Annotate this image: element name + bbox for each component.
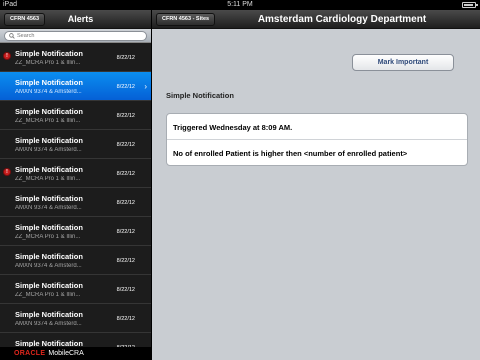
alert-list-item[interactable]: Simple Notification ZZ_MCRA Pro 1 & Illin… bbox=[0, 275, 151, 304]
alert-detail-pane: CFRN 4563 - Sites Amsterdam Cardiology D… bbox=[152, 10, 480, 360]
alert-subtitle: AMXN 9374 & Amsterd... bbox=[15, 263, 82, 269]
product-name: MobileCRA bbox=[48, 350, 84, 357]
alert-subtitle: ZZ_MCRA Pro 1 & Illin... bbox=[15, 176, 81, 182]
alert-date: 8/22/12 bbox=[116, 84, 135, 90]
alerts-title: Alerts bbox=[67, 14, 94, 24]
alert-title: Simple Notification bbox=[15, 223, 83, 232]
back-button[interactable]: CFRN 4563 bbox=[4, 13, 46, 26]
alert-date: 8/22/12 bbox=[116, 316, 135, 322]
alert-title: Simple Notification bbox=[15, 252, 83, 261]
status-time: 5:11 PM bbox=[227, 1, 253, 8]
detail-title: Amsterdam Cardiology Department bbox=[257, 14, 427, 25]
alert-list-item[interactable]: Simple Notification ZZ_MCRA Pro 1 & Illin… bbox=[0, 217, 151, 246]
section-title: Simple Notification bbox=[166, 91, 234, 100]
alert-date: 8/22/12 bbox=[116, 200, 135, 206]
alert-title: Simple Notification bbox=[15, 107, 83, 116]
unread-badge-icon: ! bbox=[3, 168, 11, 176]
search-icon bbox=[9, 33, 15, 39]
alert-subtitle: ZZ_MCRA Pro 1 & Illin... bbox=[15, 60, 81, 66]
alert-date: 8/22/12 bbox=[116, 142, 135, 148]
alert-title: Simple Notification bbox=[15, 165, 83, 174]
alert-list: ! Simple Notification ZZ_MCRA Pro 1 & Illi… bbox=[0, 43, 151, 360]
sites-back-button[interactable]: CFRN 4563 - Sites bbox=[156, 13, 216, 26]
alert-subtitle: ZZ_MCRA Pro 1 & Illin... bbox=[15, 292, 81, 298]
mark-important-button[interactable]: Mark Important bbox=[352, 54, 454, 71]
alert-date: 8/22/12 bbox=[116, 113, 135, 119]
chevron-right-icon: › bbox=[144, 82, 147, 91]
alerts-master-pane: CFRN 4563 Alerts ! Simple Notification ZZ_… bbox=[0, 10, 151, 360]
search-bar bbox=[0, 29, 151, 43]
alert-date: 8/22/12 bbox=[116, 171, 135, 177]
search-field[interactable] bbox=[4, 31, 147, 41]
search-input[interactable] bbox=[17, 32, 137, 40]
alert-list-item[interactable]: Simple Notification AMXN 9374 & Amsterd..… bbox=[0, 304, 151, 333]
alert-subtitle: AMXN 9374 & Amsterd... bbox=[15, 205, 82, 211]
notification-details: Triggered Wednesday at 8:09 AM. No of en… bbox=[166, 113, 468, 166]
detail-nav-bar: CFRN 4563 - Sites Amsterdam Cardiology D… bbox=[152, 10, 480, 29]
alert-list-item[interactable]: ! Simple Notification ZZ_MCRA Pro 1 & Illi… bbox=[0, 159, 151, 188]
oracle-logo: ORACLE bbox=[14, 350, 46, 357]
alert-list-item[interactable]: Simple Notification AMXN 9374 & Amsterd..… bbox=[0, 72, 151, 101]
alert-title: Simple Notification bbox=[15, 194, 83, 203]
alert-title: Simple Notification bbox=[15, 281, 83, 290]
alerts-nav-bar: CFRN 4563 Alerts bbox=[0, 10, 151, 29]
alert-title: Simple Notification bbox=[15, 310, 83, 319]
alert-subtitle: ZZ_MCRA Pro 1 & Illin... bbox=[15, 234, 81, 240]
unread-badge-icon: ! bbox=[3, 52, 11, 60]
alert-subtitle: ZZ_MCRA Pro 1 & Illin... bbox=[15, 118, 81, 124]
alert-subtitle: AMXN 9374 & Amsterd... bbox=[15, 321, 82, 327]
alert-subtitle: AMXN 9374 & Amsterd... bbox=[15, 89, 82, 95]
alert-list-item[interactable]: Simple Notification ZZ_MCRA Pro 1 & Illin… bbox=[0, 101, 151, 130]
alert-list-item[interactable]: Simple Notification AMXN 9374 & Amsterd..… bbox=[0, 246, 151, 275]
alert-list-item[interactable]: ! Simple Notification ZZ_MCRA Pro 1 & Illi… bbox=[0, 43, 151, 72]
alert-list-item[interactable]: Simple Notification AMXN 9374 & Amsterd..… bbox=[0, 130, 151, 159]
alert-title: Simple Notification bbox=[15, 78, 83, 87]
alert-date: 8/22/12 bbox=[116, 258, 135, 264]
alert-list-item[interactable]: Simple Notification AMXN 9374 & Amsterd..… bbox=[0, 188, 151, 217]
detail-row: Triggered Wednesday at 8:09 AM. bbox=[167, 114, 467, 140]
alert-date: 8/22/12 bbox=[116, 229, 135, 235]
app-footer: ORACLE MobileCRA bbox=[0, 347, 151, 360]
alert-title: Simple Notification bbox=[15, 49, 83, 58]
status-bar: iPad 5:11 PM bbox=[0, 0, 480, 10]
trigger-text: Triggered Wednesday at 8:09 AM. bbox=[173, 123, 293, 132]
detail-row: No of enrolled Patient is higher then <n… bbox=[167, 140, 467, 165]
message-text: No of enrolled Patient is higher then <n… bbox=[173, 149, 408, 158]
alert-title: Simple Notification bbox=[15, 136, 83, 145]
battery-icon bbox=[462, 2, 478, 8]
alert-date: 8/22/12 bbox=[116, 287, 135, 293]
alert-date: 8/22/12 bbox=[116, 55, 135, 61]
alert-subtitle: AMXN 9374 & Amsterd... bbox=[15, 147, 82, 153]
